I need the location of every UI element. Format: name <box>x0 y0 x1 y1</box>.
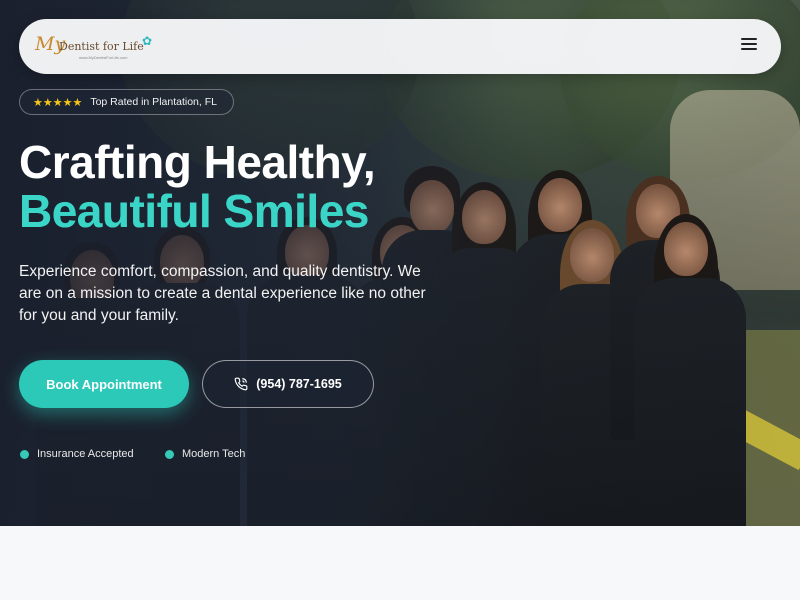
phone-call-button[interactable]: (954) 787-1695 <box>202 360 374 408</box>
phone-icon <box>234 377 248 391</box>
logo[interactable]: My Dentist for Life www.MyDentistForLife… <box>35 31 165 65</box>
headline-line-2: Beautiful Smiles <box>19 187 375 236</box>
check-dot-icon <box>165 449 174 459</box>
star-rating-icon: ★★★★★ <box>33 96 83 109</box>
phone-number-label: (954) 787-1695 <box>256 377 342 391</box>
hero-headline: Crafting Healthy, Beautiful Smiles <box>19 136 376 236</box>
flower-icon: ✿ <box>142 34 153 48</box>
feature-label: Modern Tech <box>182 448 246 460</box>
logo-name: Dentist for Life <box>59 40 144 53</box>
feature-insurance: Insurance Accepted <box>20 448 134 460</box>
navbar: My Dentist for Life www.MyDentistForLife… <box>19 19 781 74</box>
rating-badge: ★★★★★ Top Rated in Plantation, FL <box>19 89 234 115</box>
next-section <box>0 526 800 600</box>
logo-url: www.MyDentistForLife.com <box>79 55 128 60</box>
hamburger-menu-icon[interactable] <box>741 38 759 54</box>
hero-subtext: Experience comfort, compassion, and qual… <box>19 263 426 324</box>
check-dot-icon <box>20 449 29 459</box>
feature-label: Insurance Accepted <box>37 448 134 460</box>
headline-line-1: Crafting Healthy, <box>19 136 376 188</box>
book-appointment-button[interactable]: Book Appointment <box>19 360 189 408</box>
book-appointment-label: Book Appointment <box>46 376 162 392</box>
feature-modern-tech: Modern Tech <box>165 448 245 460</box>
rating-text: Top Rated in Plantation, FL <box>90 96 217 108</box>
